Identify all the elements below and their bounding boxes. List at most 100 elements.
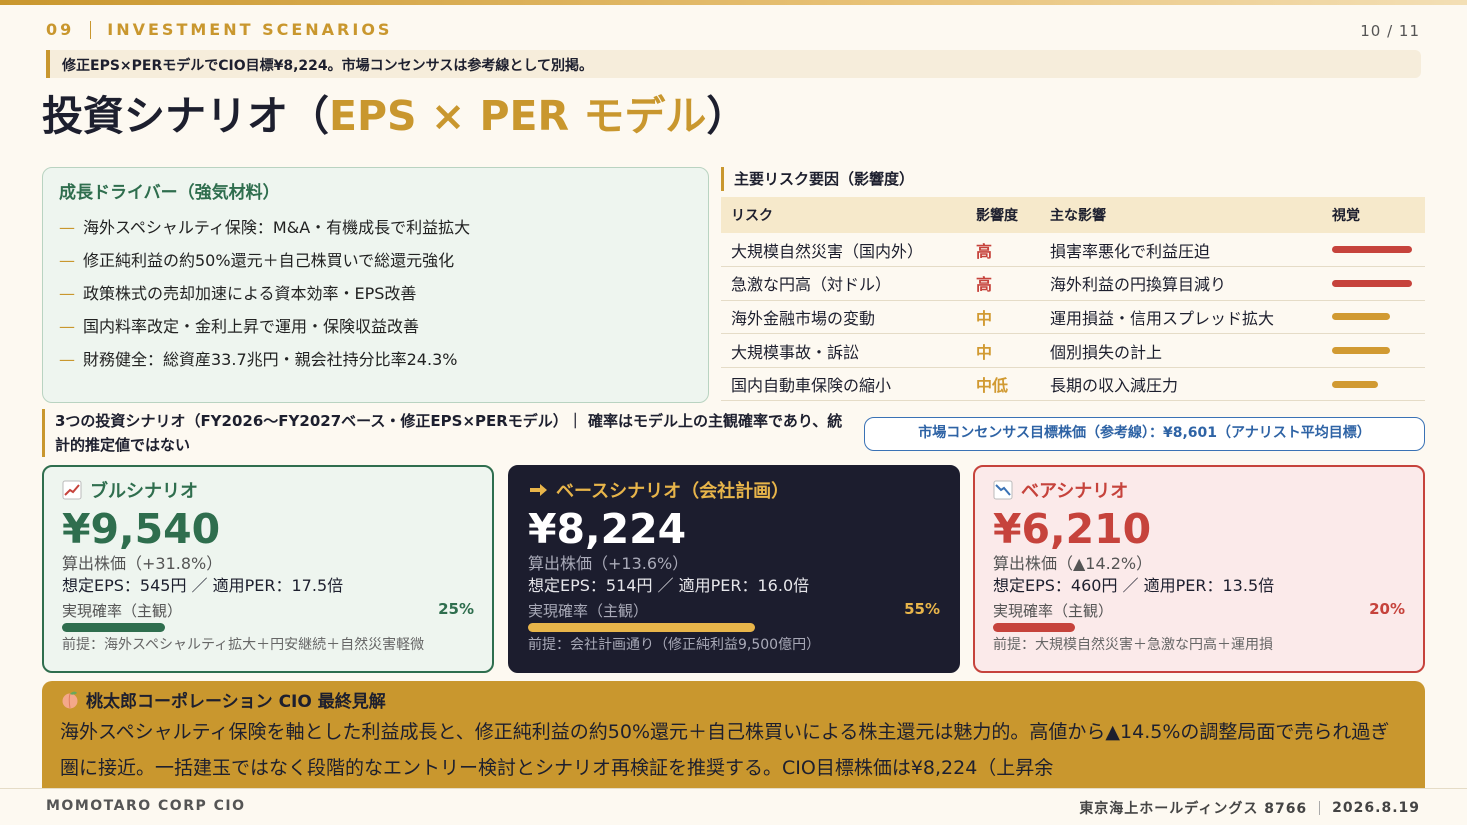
chart-down-icon bbox=[993, 480, 1013, 500]
probability-track bbox=[528, 623, 940, 632]
prob-label: 実現確率（主観） bbox=[62, 602, 183, 620]
cio-heading-text: 桃太郎コーポレーション CIO 最終見解 bbox=[86, 692, 386, 712]
bull-eps: 想定EPS：545円 ／ 適用PER：17.5倍 bbox=[62, 576, 344, 595]
risk-name: 国内自動車保険の縮小 bbox=[721, 367, 966, 402]
arrow-right-icon bbox=[530, 484, 547, 496]
base-name: ベースシナリオ（会社計画） bbox=[556, 481, 790, 502]
prob-label: 実現確率（主観） bbox=[993, 602, 1114, 620]
base-scenario-card: ベースシナリオ（会社計画） ¥8,224 算出株価（+13.6%） 想定EPS：… bbox=[508, 465, 960, 673]
risk-bar bbox=[1332, 380, 1379, 388]
bear-calc: 算出株価（▲14.2%） bbox=[993, 554, 1153, 573]
risk-impact: 長期の収入減圧力 bbox=[1040, 367, 1322, 402]
cio-body: 海外スペシャルティ保険を軸とした利益成長と、修正純利益の約50%還元＋自己株買い… bbox=[60, 721, 1390, 779]
page-number: 10 / 11 bbox=[1360, 22, 1420, 40]
dash-bullet: — bbox=[59, 284, 75, 303]
list-item: — 修正純利益の約50%還元＋自己株買いで総還元強化 bbox=[59, 244, 692, 277]
cio-view-panel: 桃太郎コーポレーション CIO 最終見解 海外スペシャルティ保険を軸とした利益成… bbox=[42, 681, 1425, 791]
risk-impact: 個別損失の計上 bbox=[1040, 333, 1322, 368]
bear-price: ¥6,210 bbox=[993, 505, 1152, 553]
driver-text: 海外スペシャルティ保険：M&A・有機成長で利益拡大 bbox=[83, 218, 471, 237]
col-impact: 主な影響 bbox=[1040, 197, 1322, 233]
risk-visual bbox=[1322, 266, 1425, 301]
col-risk: リスク bbox=[721, 197, 966, 233]
footer-company: 東京海上ホールディングス 8766 bbox=[1079, 801, 1308, 817]
footer-meta: 東京海上ホールディングス 8766 2026.8.19 bbox=[1079, 798, 1420, 818]
risk-bar bbox=[1332, 246, 1412, 254]
risk-bar bbox=[1332, 279, 1412, 287]
drivers-list: — 海外スペシャルティ保険：M&A・有機成長で利益拡大 — 修正純利益の約50%還元… bbox=[59, 211, 692, 376]
probability-row: 実現確率（主観） 25% bbox=[62, 600, 474, 621]
footer-brand: MOMOTARO CORP CIO bbox=[46, 798, 246, 814]
title-accent: EPS × PER モデル bbox=[329, 92, 707, 140]
risk-name: 大規模事故・訴訟 bbox=[721, 333, 966, 368]
prob-value: 55% bbox=[904, 600, 940, 618]
bull-scenario-card: ブルシナリオ ¥9,540 算出株価（+31.8%） 想定EPS：545円 ／ … bbox=[42, 465, 494, 673]
col-visual: 視覚 bbox=[1322, 197, 1425, 233]
base-eps: 想定EPS：514円 ／ 適用PER：16.0倍 bbox=[528, 576, 810, 595]
risk-impact: 損害率悪化で利益圧迫 bbox=[1040, 233, 1322, 268]
bull-name: ブルシナリオ bbox=[90, 481, 198, 502]
probability-row: 実現確率（主観） 20% bbox=[993, 600, 1405, 621]
card-name: ベアシナリオ bbox=[993, 477, 1405, 503]
bear-premise: 前提：大規模自然災害＋急激な円高＋運用損 bbox=[993, 637, 1273, 653]
scenarios-heading: 3つの投資シナリオ（FY2026〜FY2027ベース・修正EPS×PERモデル）… bbox=[42, 409, 852, 457]
section-header: 09 INVESTMENT SCENARIOS bbox=[46, 20, 392, 39]
table-row: 海外金融市場の変動中運用損益・信用スプレッド拡大 bbox=[721, 300, 1425, 335]
consensus-badge: 市場コンセンサス目標株価（参考線）：¥8,601（アナリスト平均目標） bbox=[864, 417, 1425, 451]
risk-visual bbox=[1322, 300, 1425, 335]
page-title: 投資シナリオ（EPS × PER モデル） bbox=[42, 82, 747, 142]
section-label: INVESTMENT SCENARIOS bbox=[107, 20, 393, 39]
chart-up-icon bbox=[62, 480, 82, 500]
footer-date: 2026.8.19 bbox=[1332, 800, 1420, 816]
table-row: 大規模事故・訴訟中個別損失の計上 bbox=[721, 333, 1425, 368]
risk-level: 中 bbox=[966, 333, 1040, 368]
cio-heading: 桃太郎コーポレーション CIO 最終見解 bbox=[60, 687, 1407, 712]
risk-visual bbox=[1322, 333, 1425, 368]
risk-level: 中 bbox=[966, 300, 1040, 335]
bull-calc: 算出株価（+31.8%） bbox=[62, 554, 223, 573]
risk-level: 高 bbox=[966, 266, 1040, 301]
risk-table: リスク 影響度 主な影響 視覚 大規模自然災害（国内外）高損害率悪化で利益圧迫急… bbox=[721, 197, 1425, 402]
card-name: ブルシナリオ bbox=[62, 477, 474, 503]
prob-label: 実現確率（主観） bbox=[528, 602, 649, 620]
bull-premise: 前提：海外スペシャルティ拡大＋円安継続＋自然災害軽微 bbox=[62, 637, 425, 653]
prob-value: 20% bbox=[1369, 600, 1405, 618]
card-name: ベースシナリオ（会社計画） bbox=[528, 477, 940, 503]
probability-fill bbox=[62, 623, 165, 632]
list-item: — 海外スペシャルティ保険：M&A・有機成長で利益拡大 bbox=[59, 211, 692, 244]
probability-track bbox=[993, 623, 1405, 632]
drivers-heading: 成長ドライバー（強気材料） bbox=[59, 183, 280, 203]
driver-text: 国内料率改定・金利上昇で運用・保険収益改善 bbox=[83, 317, 420, 336]
bull-price: ¥9,540 bbox=[62, 505, 221, 553]
dash-bullet: — bbox=[59, 218, 75, 237]
risk-heading: 主要リスク要因（影響度） bbox=[721, 167, 914, 191]
list-item: — 財務健全：総資産33.7兆円・親会社持分比率24.3% bbox=[59, 343, 692, 376]
risk-bar bbox=[1332, 347, 1390, 355]
list-item: — 政策株式の売却加速による資本効率・EPS改善 bbox=[59, 277, 692, 310]
subtitle-banner: 修正EPS×PERモデルでCIO目標¥8,224。市場コンセンサスは参考線として… bbox=[46, 50, 1421, 78]
risk-level: 高 bbox=[966, 233, 1040, 268]
table-row: 国内自動車保険の縮小 中低 長期の収入減圧力 bbox=[721, 367, 1425, 402]
probability-fill bbox=[993, 623, 1076, 632]
bear-eps: 想定EPS：460円 ／ 適用PER：13.5倍 bbox=[993, 576, 1275, 595]
top-accent-bar bbox=[0, 0, 1467, 5]
col-level: 影響度 bbox=[966, 197, 1040, 233]
peach-icon bbox=[62, 691, 78, 708]
driver-text: 財務健全：総資産33.7兆円・親会社持分比率24.3% bbox=[83, 350, 458, 369]
growth-drivers-panel: 成長ドライバー（強気材料） — 海外スペシャルティ保険：M&A・有機成長で利益拡大… bbox=[42, 167, 709, 403]
prob-value: 25% bbox=[438, 600, 474, 618]
table-header-row: リスク 影響度 主な影響 視覚 bbox=[721, 197, 1425, 233]
title-close: ） bbox=[706, 92, 748, 140]
dash-bullet: — bbox=[59, 350, 75, 369]
list-item: — 国内料率改定・金利上昇で運用・保険収益改善 bbox=[59, 310, 692, 343]
table-row: 急激な円高（対ドル）高海外利益の円換算目減り bbox=[721, 266, 1425, 301]
risk-level: 中低 bbox=[966, 367, 1040, 402]
base-premise: 前提：会社計画通り（修正純利益9,500億円） bbox=[528, 637, 821, 653]
risk-visual bbox=[1322, 233, 1425, 268]
driver-text: 修正純利益の約50%還元＋自己株買いで総還元強化 bbox=[83, 251, 455, 270]
risk-name: 急激な円高（対ドル） bbox=[721, 266, 966, 301]
probability-fill bbox=[528, 623, 755, 632]
bear-name: ベアシナリオ bbox=[1021, 481, 1129, 502]
probability-track bbox=[62, 623, 474, 632]
risk-impact: 運用損益・信用スプレッド拡大 bbox=[1040, 300, 1322, 335]
